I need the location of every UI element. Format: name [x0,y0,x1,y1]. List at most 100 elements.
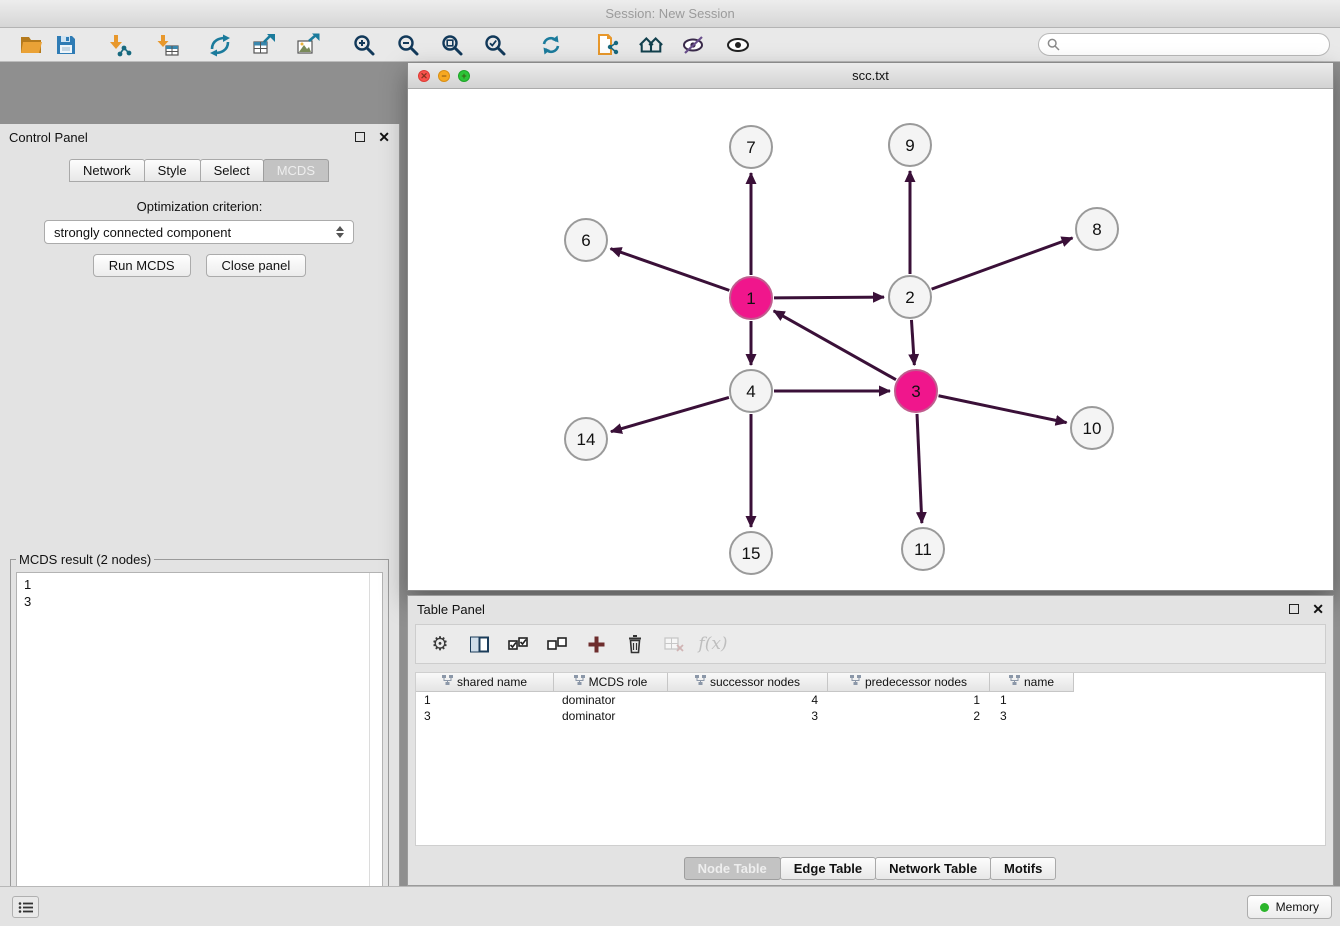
export-image-icon[interactable] [295,32,321,58]
float-panel-icon[interactable] [355,132,365,142]
graph-edge-2-3[interactable] [911,320,914,365]
run-mcds-button[interactable]: Run MCDS [93,254,191,277]
graph-edge-3-1[interactable] [774,311,896,380]
zoom-window-icon[interactable]: + [458,70,470,82]
zoom-out-icon[interactable] [395,32,421,58]
graph-node-10[interactable]: 10 [1071,407,1113,449]
column-header-shared-name[interactable]: shared name [416,673,554,692]
float-table-panel-icon[interactable] [1289,604,1299,614]
home-icon[interactable] [638,32,664,58]
tab-select[interactable]: Select [200,159,264,182]
import-table-from-file-icon[interactable] [155,32,181,58]
column-header-label: successor nodes [710,675,800,689]
column-header-name[interactable]: name [990,673,1074,692]
network-graph[interactable]: 7 9 6 8 1 2 4 3 14 10 15 11 [408,89,1333,590]
birdseye-view-icon[interactable] [681,32,707,58]
table-cell[interactable]: 1 [828,692,990,708]
mcds-result-box[interactable]: 13 [16,572,383,926]
tab-network-table[interactable]: Network Table [875,857,991,880]
column-header-mcds-role[interactable]: MCDS role [554,673,668,692]
main-toolbar [0,28,1340,62]
table-cell[interactable]: 2 [828,708,990,724]
graph-edge-3-10[interactable] [939,396,1067,423]
optimization-select[interactable]: strongly connected component [44,220,354,244]
tab-node-table[interactable]: Node Table [684,857,781,880]
result-vertical-scrollbar[interactable] [369,573,382,926]
minimize-window-icon[interactable]: − [438,70,450,82]
zoom-in-icon[interactable] [351,32,377,58]
graph-node-1[interactable]: 1 [730,277,772,319]
close-table-panel-icon[interactable]: ✕ [1312,602,1324,616]
select-all-icon[interactable] [506,632,530,656]
table-cell[interactable]: 4 [668,692,828,708]
graph-edge-1-2[interactable] [774,297,884,298]
table-cell[interactable]: dominator [554,692,668,708]
unselect-all-icon[interactable] [545,632,569,656]
tab-motifs[interactable]: Motifs [990,857,1056,880]
table-row[interactable]: 3dominator323 [416,708,1325,724]
control-panel-header: Control Panel ✕ [0,124,399,150]
zoom-selected-icon[interactable] [482,32,508,58]
column-header-label: MCDS role [589,675,648,689]
import-network-from-file-icon[interactable] [107,32,133,58]
close-window-icon[interactable]: ✕ [418,70,430,82]
graph-edge-4-14[interactable] [611,397,729,431]
search-box[interactable] [1038,33,1330,56]
table-cell[interactable]: dominator [554,708,668,724]
show-graphics-details-icon[interactable] [725,32,751,58]
table-panel-tabs: Node TableEdge TableNetwork TableMotifs [408,857,1333,880]
graph-edge-1-6[interactable] [611,249,730,291]
function-builder-icon: f(x) [701,632,725,656]
add-column-icon[interactable] [584,632,608,656]
table-row[interactable]: 1dominator411 [416,692,1325,708]
close-panel-button[interactable]: Close panel [206,254,307,277]
save-session-icon[interactable] [53,32,79,58]
graph-node-9[interactable]: 9 [889,124,931,166]
mcds-result-lines: 13 [24,576,31,610]
graph-node-7[interactable]: 7 [730,126,772,168]
graph-edge-2-8[interactable] [932,238,1073,289]
table-cell[interactable]: 3 [416,708,554,724]
close-panel-icon[interactable]: ✕ [378,130,390,144]
graph-node-2[interactable]: 2 [889,276,931,318]
column-header-successor-nodes[interactable]: successor nodes [668,673,828,692]
table-cell[interactable]: 3 [990,708,1074,724]
column-header-label: shared name [457,675,527,689]
network-canvas[interactable]: 7 9 6 8 1 2 4 3 14 10 15 11 [408,89,1333,590]
column-header-predecessor-nodes[interactable]: predecessor nodes [828,673,990,692]
table-cell[interactable]: 3 [668,708,828,724]
search-input[interactable] [1065,38,1321,52]
refresh-network-icon[interactable] [538,32,564,58]
network-window-titlebar[interactable]: ✕ − + scc.txt [408,63,1333,89]
tab-network[interactable]: Network [69,159,145,182]
open-file-icon[interactable] [18,32,44,58]
graph-node-15[interactable]: 15 [730,532,772,574]
svg-text:15: 15 [742,544,761,563]
result-line: 1 [24,576,31,593]
table-settings-icon[interactable]: ⚙ [428,632,452,656]
graph-node-8[interactable]: 8 [1076,208,1118,250]
graph-edge-3-11[interactable] [917,414,922,523]
tab-edge-table[interactable]: Edge Table [780,857,876,880]
tab-style[interactable]: Style [144,159,201,182]
memory-label: Memory [1276,900,1319,914]
graph-node-3[interactable]: 3 [895,370,937,412]
tab-mcds[interactable]: MCDS [263,159,329,182]
table-cell[interactable]: 1 [416,692,554,708]
show-panel-list-button[interactable] [12,896,39,918]
control-panel: Control Panel ✕ NetworkStyleSelectMCDS O… [0,124,400,926]
graph-node-11[interactable]: 11 [902,528,944,570]
graph-node-6[interactable]: 6 [565,219,607,261]
export-table-icon[interactable] [251,32,277,58]
graph-node-14[interactable]: 14 [565,418,607,460]
delete-column-icon[interactable] [623,632,647,656]
network-tools-icon[interactable] [207,32,233,58]
table-cell[interactable]: 1 [990,692,1074,708]
control-panel-title: Control Panel [9,130,88,145]
show-columns-icon[interactable] [467,632,491,656]
memory-button[interactable]: Memory [1247,895,1332,919]
graph-node-4[interactable]: 4 [730,370,772,412]
zoom-fit-icon[interactable] [439,32,465,58]
import-network-icon[interactable] [594,32,620,58]
mdi-desktop: Control Panel ✕ NetworkStyleSelectMCDS O… [0,62,1340,886]
